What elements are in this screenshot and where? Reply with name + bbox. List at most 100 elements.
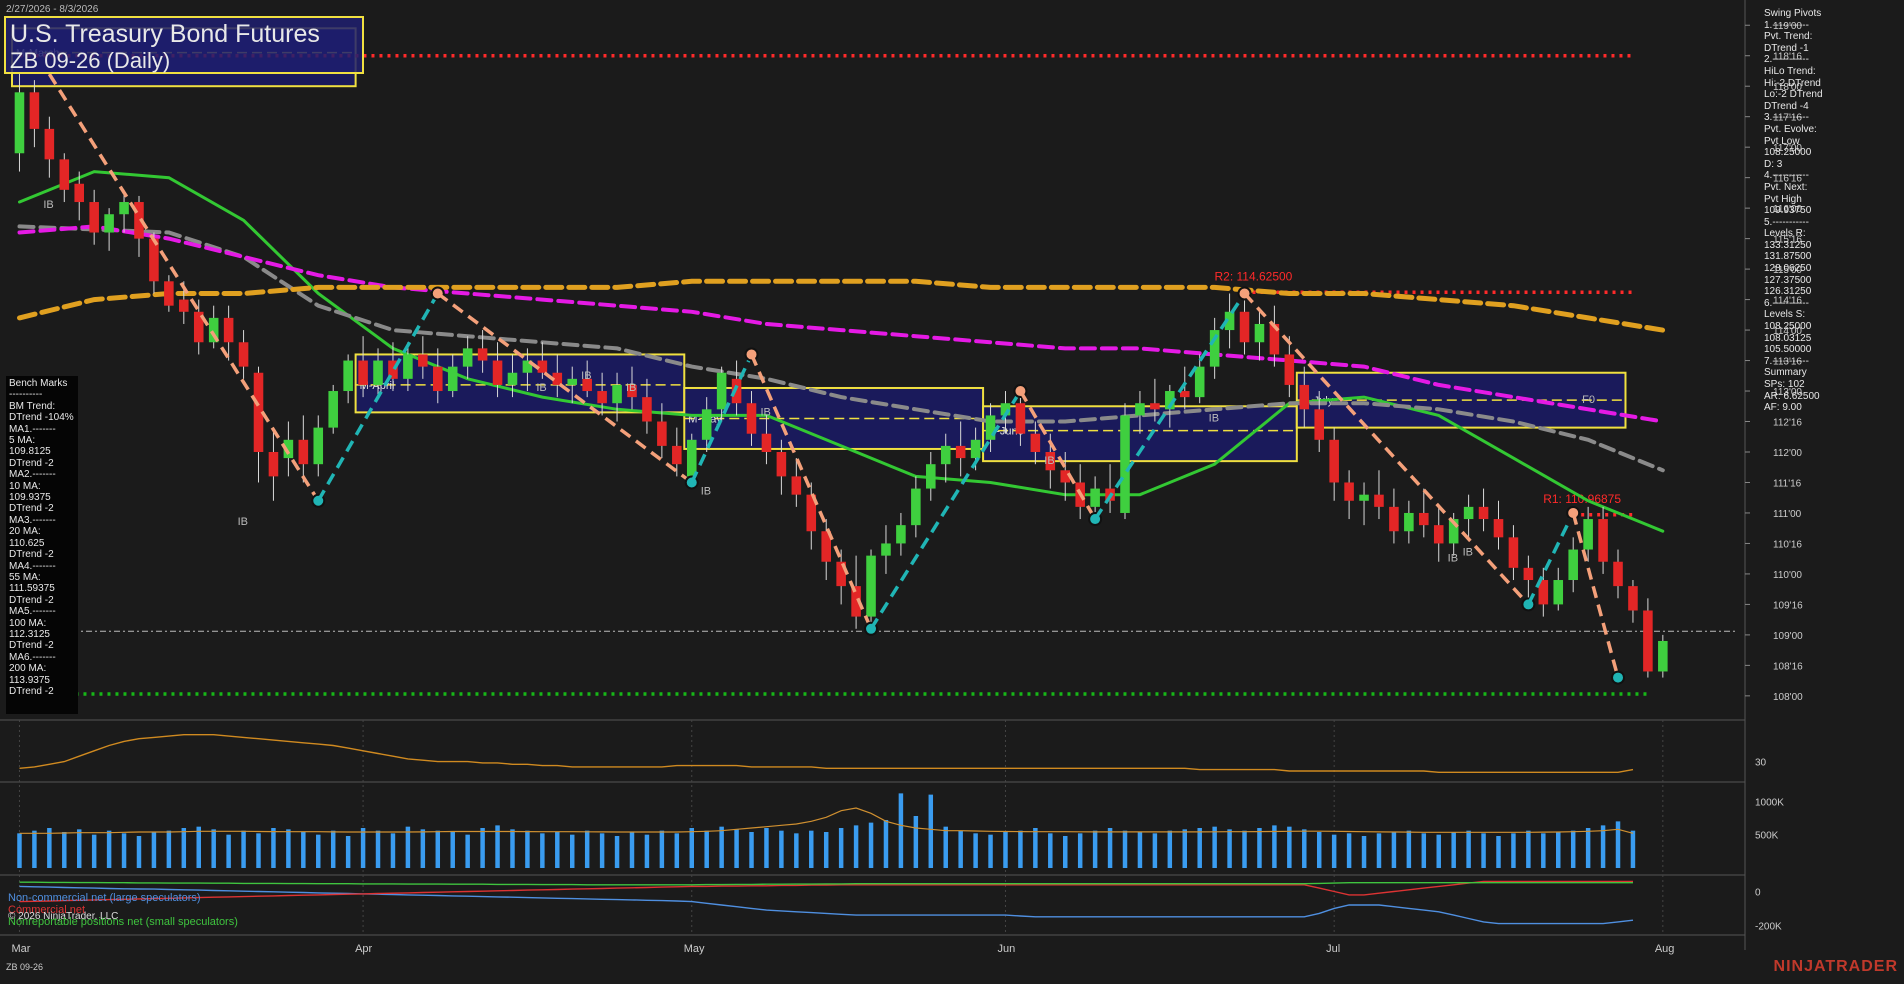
candle-body [1194,366,1205,398]
candle-body [1419,512,1429,526]
volume-tick-label: 500K [1755,831,1779,842]
candle-body [1015,403,1026,434]
y-tick-label: 109'00 [1773,631,1803,642]
y-tick-label: 110'16 [1773,539,1802,550]
candle-body [791,476,802,495]
candle-body [403,354,413,379]
candle-body [1135,403,1145,416]
candle-body [1314,409,1325,440]
candle-body [940,445,951,465]
candle-body [164,281,174,306]
candle-body [1553,580,1564,605]
candle-body [373,360,383,385]
candle-body [119,202,129,215]
candle-body [179,299,189,312]
y-tick-label: 111'16 [1773,478,1802,489]
candle-body [89,202,99,233]
candle-body [1090,488,1100,507]
pivot-point-marker [1611,670,1626,685]
candle-body [866,555,876,617]
annotation-label: IB [760,406,770,418]
x-tick-label: Mar [11,943,30,955]
candle-body [313,427,324,465]
candle-body [492,360,503,385]
candle-body [358,360,368,385]
candle-body [74,183,85,203]
candle-body [1508,537,1519,568]
candle-body [149,238,159,282]
candle-body [477,348,488,361]
x-tick-label: May [684,943,705,955]
candle-body [881,543,891,556]
annotation-label: IB [1044,455,1054,467]
legend-nonreportable: Nonreportable positions net (small specu… [8,916,238,928]
candle-body [1239,311,1250,343]
swing-pivots-panel: Swing Pivots 1.----------- Pvt. Trend: D… [1764,8,1823,414]
candle-body [1120,415,1130,513]
candle-body [896,525,906,544]
candle-body [1658,640,1668,672]
candle-body [1493,519,1504,538]
candle-body [911,488,921,526]
candle-body [507,372,518,385]
candle-body [298,439,309,465]
candle-body [268,451,279,477]
candle-body [1254,323,1265,343]
y-tick-label: 111'00 [1773,509,1802,520]
candle-body [1299,384,1310,410]
candle-body [1613,561,1623,587]
candle-body [701,409,712,440]
candle-body [657,421,667,446]
candle-body [343,360,353,392]
y-tick-label: 109'16 [1773,600,1803,611]
candle-body [1179,391,1190,398]
candle-body [567,378,578,385]
cot-tick-label: -200K [1755,921,1782,932]
date-range: 2/27/2026 - 8/3/2026 [6,4,99,15]
chart-svg: 119'00118'16118'00117'16117'00116'16116'… [0,0,1904,979]
instrument-label: ZB 09-26 [6,962,44,972]
annotation-label: IB [238,516,248,528]
candle-body [672,445,682,465]
candle-body [1389,506,1399,532]
candle-body [29,92,40,129]
candle-body [1284,354,1295,385]
candle-body [1344,482,1354,501]
annotation-label: IB [43,199,53,211]
y-tick-label: 112'00 [1773,448,1802,459]
annotation-label: F0 [1582,394,1595,406]
cot-tick-label: 0 [1755,888,1761,899]
candle-body [1359,494,1369,501]
candle-body [1568,549,1578,581]
brand-logo: NINJATRADER [1773,958,1898,975]
x-tick-label: Jun [997,943,1015,955]
x-tick-label: Apr [355,943,372,955]
annotation-label: IB [1209,413,1219,425]
candle-body [970,439,981,459]
candle-body [223,317,234,343]
annotation-label: IB [1448,553,1458,565]
y-tick-label: 110'00 [1773,570,1802,581]
candle-body [14,92,25,154]
candle-body [612,384,622,404]
volume-tick-label: 1000K [1755,797,1784,808]
candle-body [418,354,428,367]
annotation-label: IB [581,370,591,382]
candle-body [597,391,607,404]
annotation-label: IB [626,382,636,394]
candle-body [955,445,966,459]
candle-body [104,214,114,233]
chart-title: U.S. Treasury Bond Futures [10,20,320,48]
legend-noncommercial: Non-commercial net (large speculators) [8,892,201,904]
candle-body [686,439,697,477]
y-tick-label: 108'16 [1773,661,1803,672]
candle-body [746,403,757,434]
chart-subtitle: ZB 09-26 (Daily) [10,48,171,73]
chart-root: 119'00 118'16 118'00 117'16 117'00 116'16 116'… [0,0,1904,979]
candle-body [1030,433,1041,452]
candle-body [761,433,772,452]
candle-body [1478,506,1489,520]
candle-body [1433,525,1444,544]
annotation-label: IB [701,486,711,498]
bench-marks-panel: Bench Marks ---------- BM Trend: DTrend … [6,376,78,714]
